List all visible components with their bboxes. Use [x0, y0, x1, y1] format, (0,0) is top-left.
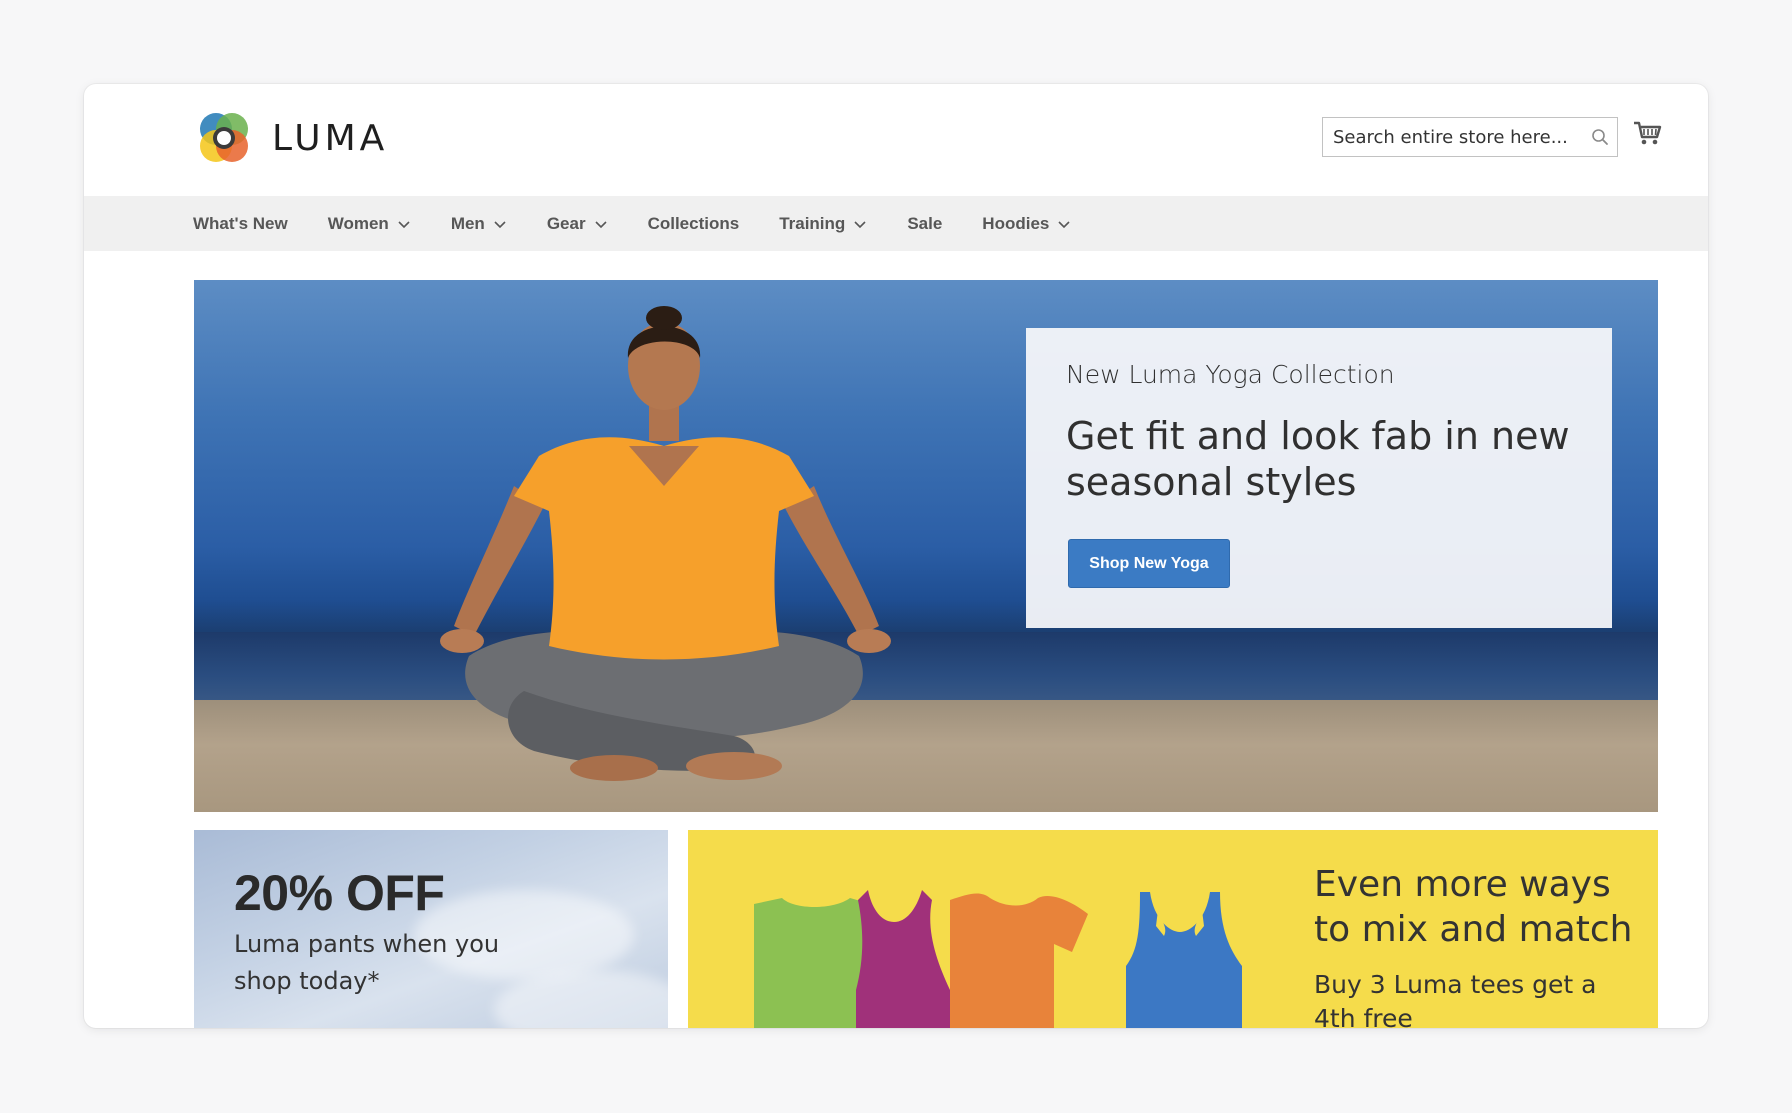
luma-logo-icon — [200, 113, 248, 162]
promo-tile-pants[interactable]: 20% OFF Luma pants when you shop today* — [194, 830, 668, 1028]
chevron-down-icon — [398, 220, 410, 228]
search-icon[interactable] — [1583, 118, 1617, 156]
nav-item-training[interactable]: Training — [779, 214, 867, 234]
nav-item-label: Training — [779, 213, 846, 233]
nav-item-hoodies[interactable]: Hoodies — [982, 214, 1071, 234]
promo-left-title: 20% OFF — [234, 865, 445, 921]
chevron-down-icon — [854, 220, 866, 228]
nav-item-label: Women — [327, 213, 389, 233]
shop-new-yoga-button[interactable]: Shop New Yoga — [1068, 539, 1230, 588]
promo-tile-tees[interactable]: Even more ways to mix and match Buy 3 Lu… — [688, 830, 1658, 1028]
chevron-down-icon — [494, 220, 506, 228]
promo-left-text: Luma pants when you shop today* — [234, 930, 500, 995]
logo-text: LUMA — [272, 117, 389, 159]
cart-icon[interactable] — [1632, 118, 1662, 148]
promo-right-title: Even more ways to mix and match — [1314, 864, 1633, 950]
nav-item-label: What's New — [193, 213, 288, 233]
nav-item-label: Gear — [546, 213, 586, 233]
nav-item-label: Men — [450, 213, 485, 233]
nav-item-label: Sale — [907, 213, 943, 233]
browser-page: LUMA What's New Women — [84, 84, 1708, 1028]
promo-right-text: Buy 3 Luma tees get a 4th free — [1314, 970, 1597, 1028]
nav-item-whats-new[interactable]: What's New — [193, 214, 288, 234]
main-nav: What's New Women Men Gear Collections Tr… — [84, 196, 1708, 251]
nav-item-label: Collections — [647, 213, 740, 233]
yoga-woman-image — [440, 306, 891, 781]
nav-item-gear[interactable]: Gear — [547, 214, 608, 234]
chevron-down-icon — [1058, 220, 1070, 228]
nav-item-sale[interactable]: Sale — [907, 214, 942, 234]
hero-kicker: New Luma Yoga Collection — [1066, 360, 1395, 389]
search-input[interactable] — [1323, 118, 1583, 156]
chevron-down-icon — [594, 220, 607, 228]
nav-item-collections[interactable]: Collections — [648, 214, 740, 234]
hero-headline: Get fit and look fab in new seasonal sty… — [1066, 414, 1570, 504]
nav-item-women[interactable]: Women — [328, 214, 411, 234]
tees-illustration — [754, 890, 1242, 1028]
nav-item-men[interactable]: Men — [451, 214, 507, 234]
nav-item-label: Hoodies — [982, 213, 1050, 233]
logo[interactable]: LUMA — [194, 106, 388, 170]
site-header: LUMA — [84, 84, 1708, 196]
search-box[interactable] — [1322, 117, 1618, 157]
hero-promo-box: New Luma Yoga Collection Get fit and loo… — [1026, 328, 1612, 628]
hero-banner[interactable]: New Luma Yoga Collection Get fit and loo… — [194, 280, 1658, 812]
